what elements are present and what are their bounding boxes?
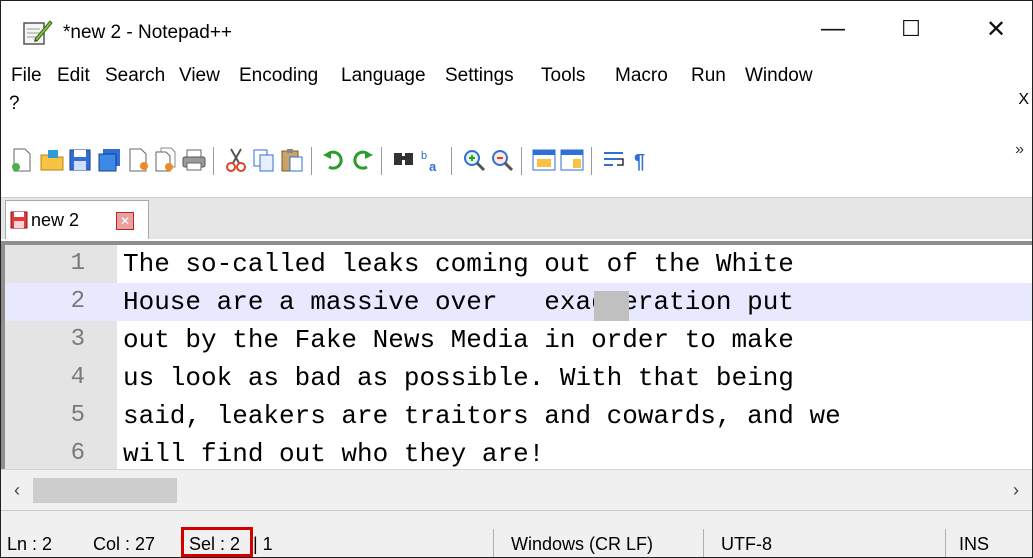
scrollbar-thumb[interactable] bbox=[33, 478, 177, 503]
tab-label: new 2 bbox=[31, 210, 80, 230]
menu-run[interactable]: Run bbox=[691, 65, 726, 87]
editor-line-current[interactable]: 2 House are a massive over exaggeration … bbox=[5, 283, 1032, 321]
editor-line[interactable]: 4 us look as bad as possible. With that … bbox=[5, 359, 1032, 397]
toolbar-separator bbox=[521, 147, 522, 175]
print-icon[interactable] bbox=[181, 147, 207, 173]
status-separator bbox=[493, 529, 494, 557]
open-file-icon[interactable] bbox=[39, 147, 65, 173]
line-number: 5 bbox=[70, 402, 85, 429]
line-number: 3 bbox=[70, 326, 85, 353]
minimize-icon: — bbox=[821, 15, 845, 42]
svg-text:a: a bbox=[429, 159, 437, 173]
line-text: out by the Fake News Media in order to m… bbox=[123, 325, 794, 355]
line-text: us look as bad as possible. With that be… bbox=[123, 363, 794, 393]
sync-horizontal-icon[interactable] bbox=[559, 147, 585, 173]
toolbar-separator bbox=[591, 147, 592, 175]
show-all-characters-icon[interactable]: ¶ bbox=[629, 147, 655, 173]
new-file-icon[interactable] bbox=[9, 147, 35, 173]
close-icon: ✕ bbox=[985, 15, 1007, 43]
notepadpp-window: *new 2 - Notepad++ — ☐ ✕ File Edit Searc… bbox=[0, 0, 1033, 558]
minimize-button[interactable]: — bbox=[809, 7, 857, 51]
replace-icon[interactable]: ba bbox=[419, 147, 445, 173]
tab-new-2[interactable]: new 2 ✕ bbox=[5, 200, 149, 239]
horizontal-scrollbar[interactable]: ‹ › bbox=[1, 469, 1032, 510]
line-text: will find out who they are! bbox=[123, 439, 545, 469]
toolbar-separator bbox=[213, 147, 214, 175]
line-number: 2 bbox=[70, 288, 85, 315]
menu-edit[interactable]: Edit bbox=[57, 65, 90, 87]
copy-icon[interactable] bbox=[251, 147, 277, 173]
toolbar-overflow-icon[interactable]: » bbox=[1015, 141, 1024, 159]
menu-language[interactable]: Language bbox=[341, 65, 426, 87]
status-insert-mode[interactable]: INS bbox=[959, 534, 989, 555]
status-bar: Ln : 2 Col : 27 Sel : 2 | 1 Windows (CR … bbox=[1, 510, 1032, 557]
menu-file[interactable]: File bbox=[11, 65, 42, 87]
unsaved-file-icon bbox=[10, 211, 28, 229]
toolbar-separator bbox=[451, 147, 452, 175]
close-all-icon[interactable] bbox=[153, 147, 179, 173]
menu-search[interactable]: Search bbox=[105, 65, 165, 87]
notepadpp-app-icon bbox=[23, 20, 53, 45]
menu-tools[interactable]: Tools bbox=[541, 65, 585, 87]
line-text: The so-called leaks coming out of the Wh… bbox=[123, 249, 794, 279]
svg-text:¶: ¶ bbox=[634, 151, 645, 173]
status-eol-format[interactable]: Windows (CR LF) bbox=[511, 534, 653, 555]
save-all-icon[interactable] bbox=[97, 147, 123, 173]
line-number: 6 bbox=[70, 440, 85, 467]
editor-line[interactable]: 3 out by the Fake News Media in order to… bbox=[5, 321, 1032, 359]
line-number: 1 bbox=[70, 250, 85, 277]
menu-view[interactable]: View bbox=[179, 65, 220, 87]
close-window-button[interactable]: ✕ bbox=[972, 7, 1020, 51]
toolbar-separator bbox=[311, 147, 312, 175]
toolbar: ba ¶ » bbox=[1, 137, 1032, 185]
svg-text:b: b bbox=[421, 150, 427, 162]
editor-line[interactable]: 6 will find out who they are! bbox=[5, 435, 1032, 473]
scroll-left-icon[interactable]: ‹ bbox=[5, 478, 29, 502]
text-selection bbox=[594, 291, 629, 321]
menu-help[interactable]: ? bbox=[9, 93, 20, 115]
window-title: *new 2 - Notepad++ bbox=[63, 22, 233, 43]
line-text: said, leakers are traitors and cowards, … bbox=[123, 401, 841, 431]
undo-icon[interactable] bbox=[321, 147, 347, 173]
close-document-button[interactable]: X bbox=[1018, 91, 1029, 109]
redo-icon[interactable] bbox=[349, 147, 375, 173]
status-column: Col : 27 bbox=[93, 534, 156, 554]
menu-encoding[interactable]: Encoding bbox=[239, 65, 318, 87]
line-number: 4 bbox=[70, 364, 85, 391]
maximize-button[interactable]: ☐ bbox=[887, 7, 935, 51]
tab-close-icon[interactable]: ✕ bbox=[116, 212, 134, 230]
menu-window[interactable]: Window bbox=[745, 65, 813, 87]
save-icon[interactable] bbox=[67, 147, 93, 173]
word-wrap-icon[interactable] bbox=[601, 147, 627, 173]
close-file-icon[interactable] bbox=[125, 147, 151, 173]
status-selection-lines: | 1 bbox=[253, 534, 273, 554]
paste-icon[interactable] bbox=[279, 147, 305, 173]
zoom-out-icon[interactable] bbox=[489, 147, 515, 173]
status-separator bbox=[703, 529, 704, 557]
menu-macro[interactable]: Macro bbox=[615, 65, 668, 87]
maximize-icon: ☐ bbox=[901, 16, 921, 41]
cut-icon[interactable] bbox=[223, 147, 249, 173]
scroll-right-icon[interactable]: › bbox=[1004, 478, 1028, 502]
editor-line[interactable]: 1 The so-called leaks coming out of the … bbox=[5, 245, 1032, 283]
find-icon[interactable] bbox=[391, 147, 417, 173]
tab-bar: new 2 ✕ bbox=[1, 197, 1032, 239]
title-bar: *new 2 - Notepad++ — ☐ ✕ bbox=[1, 1, 1032, 57]
menu-bar: File Edit Search View Encoding Language … bbox=[1, 65, 1032, 115]
status-encoding[interactable]: UTF-8 bbox=[721, 534, 772, 555]
sync-vertical-icon[interactable] bbox=[531, 147, 557, 173]
editor-line[interactable]: 5 said, leakers are traitors and cowards… bbox=[5, 397, 1032, 435]
status-line: Ln : 2 bbox=[7, 534, 53, 554]
toolbar-separator bbox=[381, 147, 382, 175]
selection-highlight-box bbox=[181, 527, 253, 557]
status-separator bbox=[945, 529, 946, 557]
editor-area[interactable]: 1 The so-called leaks coming out of the … bbox=[1, 241, 1032, 469]
zoom-in-icon[interactable] bbox=[461, 147, 487, 173]
line-text: House are a massive over exaggeration pu… bbox=[123, 287, 794, 317]
menu-settings[interactable]: Settings bbox=[445, 65, 514, 87]
